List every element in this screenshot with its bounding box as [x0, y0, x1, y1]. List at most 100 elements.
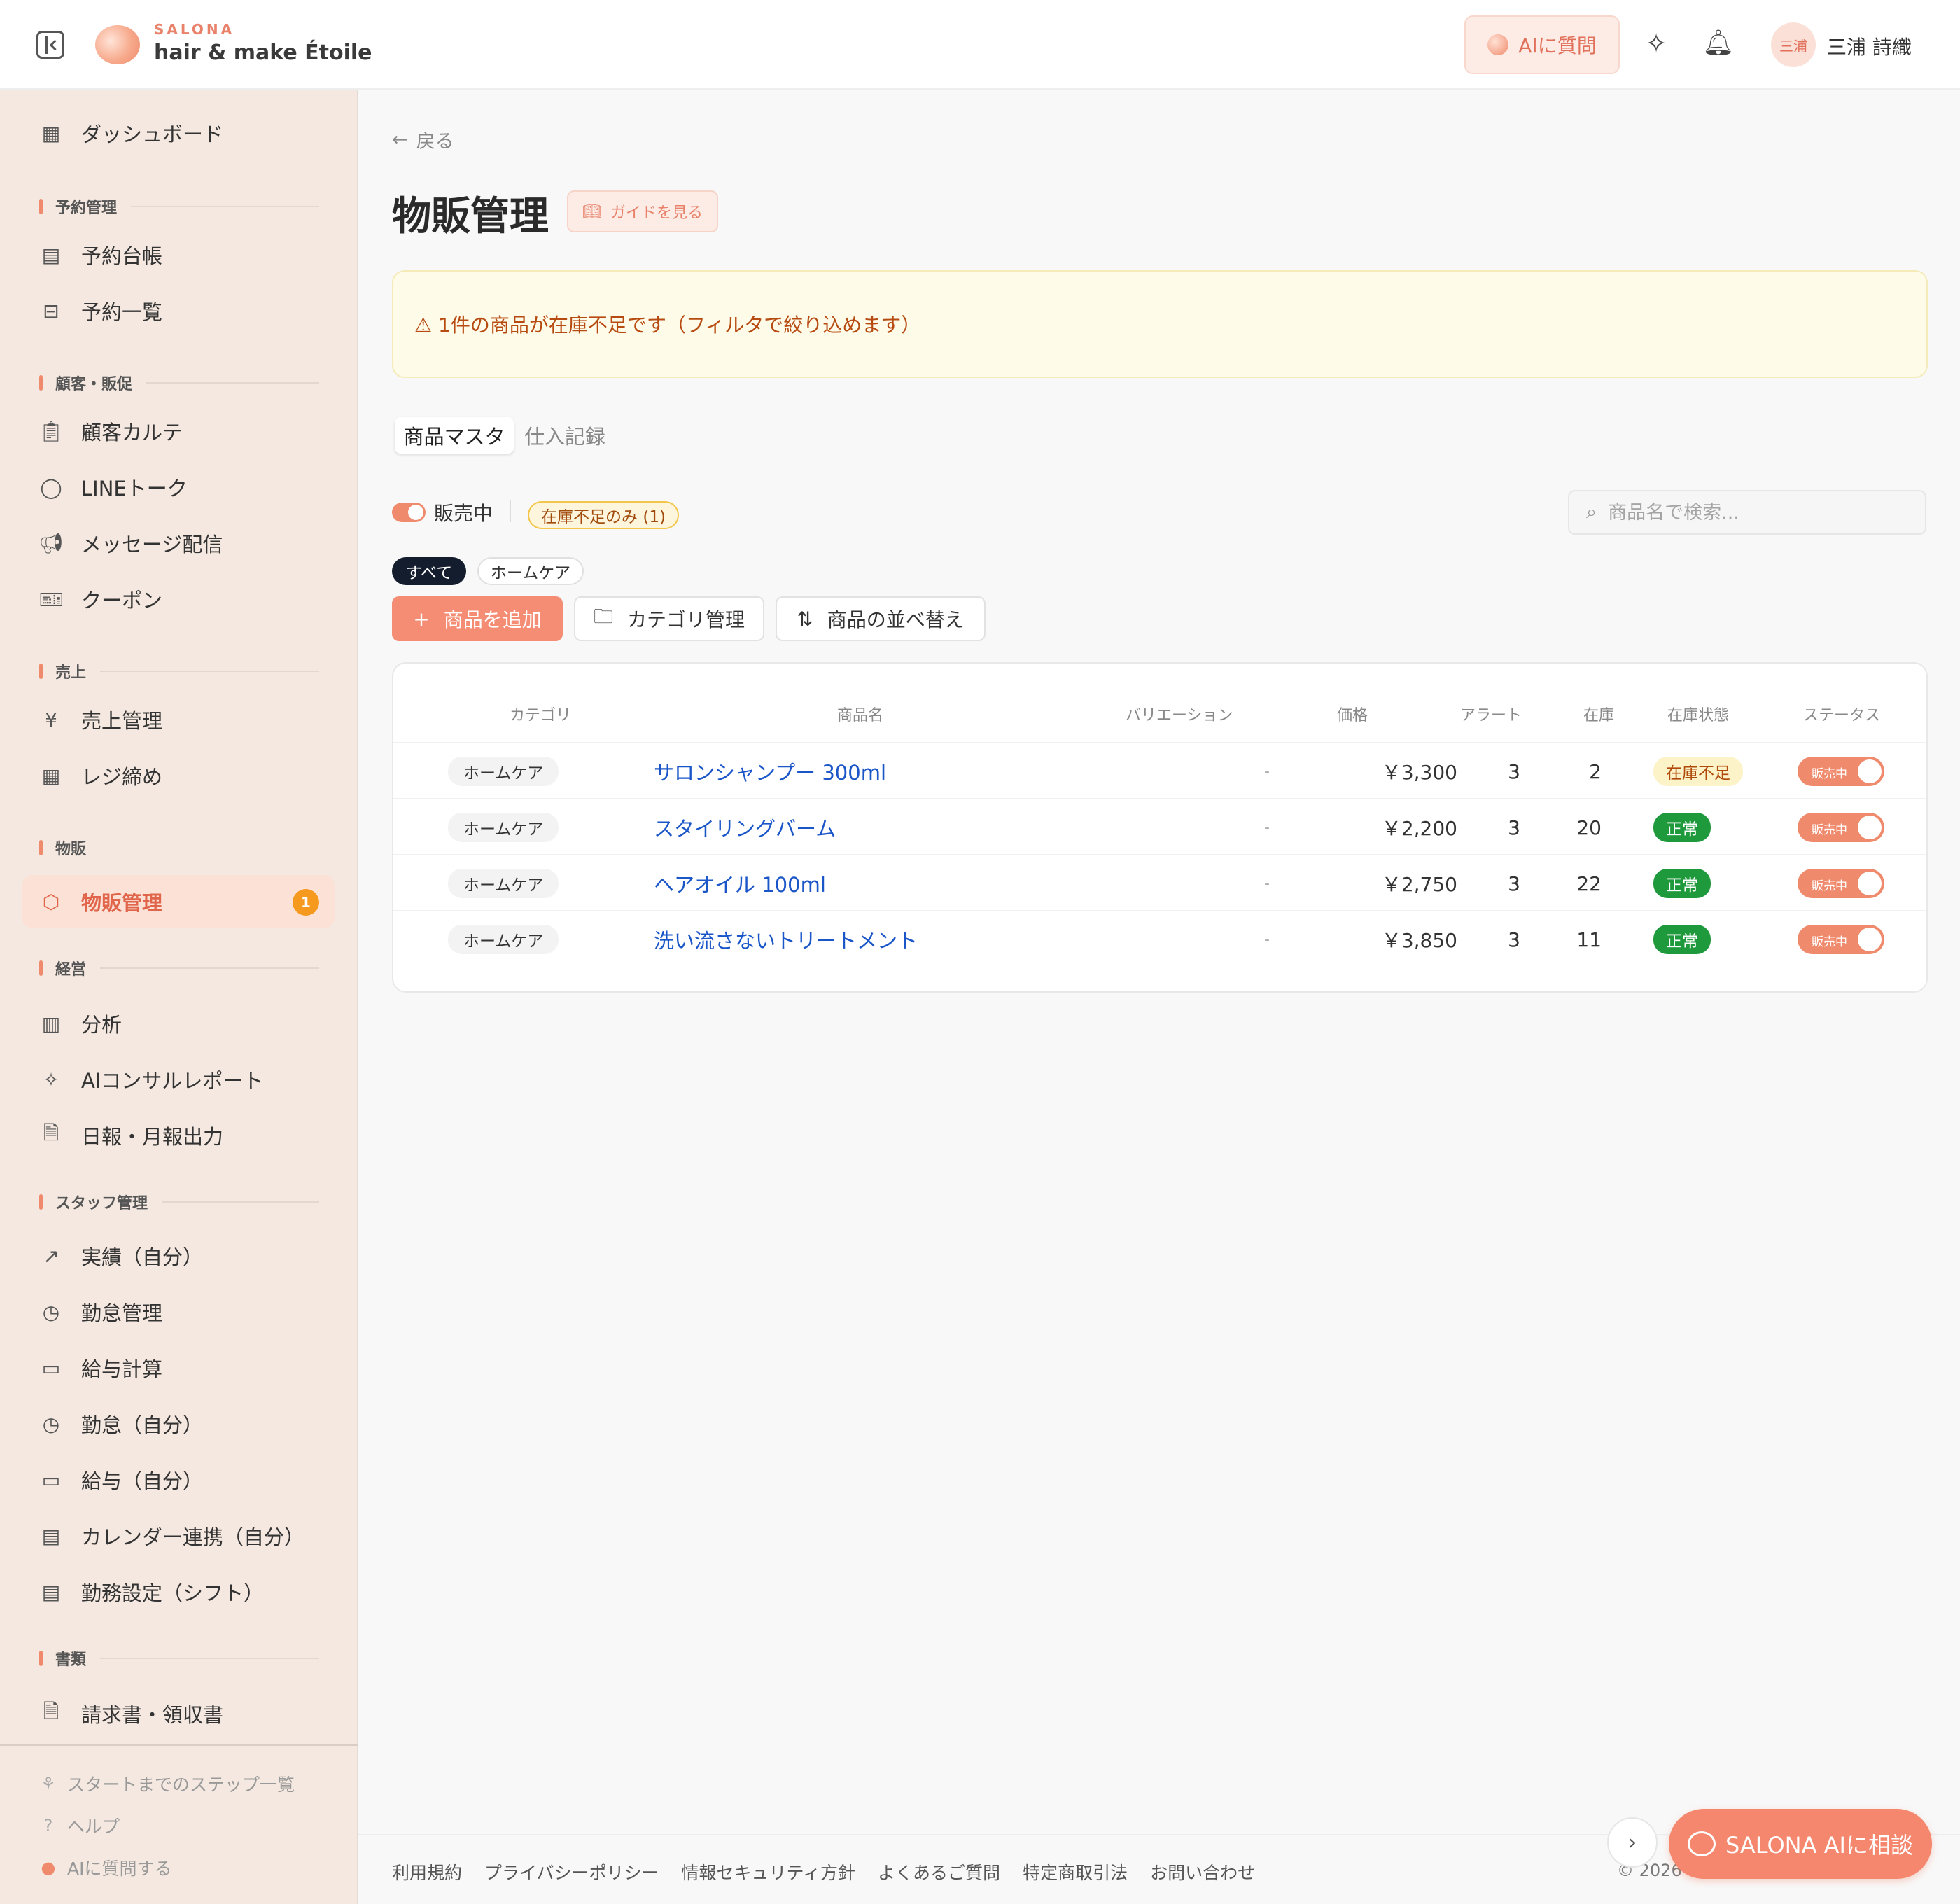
footer-link-commerce[interactable]: 特定商取引法 [1023, 1859, 1128, 1884]
sidebar-link-steps[interactable]: ⚘ スタートまでのステップ一覧 [39, 1771, 295, 1796]
footer-link-contact[interactable]: お問い合わせ [1150, 1859, 1255, 1884]
salona-logo-icon[interactable] [95, 25, 140, 64]
folder-settings-icon: 🗀 [593, 605, 613, 628]
guide-label: ガイドを見る [610, 204, 703, 222]
product-search: ⌕ [1568, 490, 1926, 535]
section-label-text: 売上 [55, 664, 87, 682]
sidebar-collapse-icon[interactable] [36, 31, 64, 59]
category-management-label: カテゴリ管理 [627, 608, 746, 631]
sidebar-item-invoice[interactable]: 🗎 請求書・領収書 [22, 1687, 335, 1740]
footer-link-faq[interactable]: よくあるご質問 [878, 1859, 1000, 1884]
status-label: 販売中 [1812, 823, 1847, 837]
tab-product-master[interactable]: 商品マスタ [395, 417, 514, 454]
ai-ask-label: AIに質問 [1518, 34, 1597, 57]
tab-purchase-records[interactable]: 仕入記録 [519, 417, 610, 454]
variation-value: - [1264, 930, 1270, 948]
calculator-icon: ▦ [41, 764, 61, 788]
sidebar-item-performance[interactable]: ↗ 実績（自分） [22, 1229, 335, 1282]
sidebar-item-message[interactable]: 📢︎ メッセージ配信 [22, 517, 335, 570]
sidebar-divider [0, 1744, 358, 1746]
avatar[interactable]: 三浦 [1771, 22, 1816, 67]
guide-button[interactable]: 📖︎ ガイドを見る [567, 190, 718, 232]
back-link[interactable]: ← 戻る [392, 126, 454, 153]
ai-ask-button[interactable]: AIに質問 [1464, 15, 1620, 74]
sidebar-item-attendance-management[interactable]: ◷ 勤怠管理 [22, 1285, 335, 1338]
search-input[interactable] [1608, 501, 1903, 524]
category-chip-all[interactable]: すべて [392, 557, 466, 585]
sidebar-item-payroll[interactable]: ▭ 給与計算 [22, 1341, 335, 1394]
product-name-link[interactable]: ヘアオイル 100ml [654, 869, 826, 898]
category-management-button[interactable]: 🗀 カテゴリ管理 [574, 596, 764, 641]
sidebar-item-reservation-list[interactable]: ⊟ 予約一覧 [22, 284, 335, 337]
alert-value: 3 [1508, 872, 1520, 895]
section-reservation: 予約管理 [39, 196, 319, 217]
sidebar-item-label: 勤怠管理 [81, 1301, 163, 1325]
package-icon: ⬡ [42, 890, 60, 913]
sidebar-item-daily-report[interactable]: 🗎 日報・月報出力 [22, 1109, 335, 1162]
price-value: ￥3,300 [1381, 761, 1457, 784]
toggle-knob [1858, 927, 1882, 951]
sidebar-item-sales-management[interactable]: ¥ 売上管理 [22, 693, 335, 746]
stock-state-badge: 正常 [1653, 925, 1711, 954]
status-toggle[interactable]: 販売中 [1798, 869, 1884, 898]
footer-link-security[interactable]: 情報セキュリティ方針 [682, 1859, 856, 1884]
section-docs: 書類 [39, 1648, 319, 1669]
status-label: 販売中 [1812, 879, 1847, 893]
category-pill: ホームケア [448, 869, 559, 898]
sidebar-item-label: LINEトーク [81, 477, 188, 500]
bell-icon[interactable]: 🔔︎ [1702, 28, 1735, 59]
status-toggle[interactable]: 販売中 [1798, 813, 1884, 842]
product-name-link[interactable]: 洗い流さないトリートメント [654, 925, 918, 954]
sidebar-link-ask-ai[interactable]: ● AIに質問する [39, 1855, 172, 1880]
table-row[interactable]: ホームケア スタイリングバーム - ￥2,200 3 20 正常 販売中 [393, 798, 1926, 854]
low-stock-filter-chip[interactable]: 在庫不足のみ (1) [528, 501, 679, 529]
sparkle-icon[interactable]: ✧ [1641, 28, 1672, 59]
sidebar-item-salary-self[interactable]: ▭ 給与（自分） [22, 1453, 335, 1506]
on-sale-toggle[interactable] [392, 503, 426, 522]
footer-link-terms[interactable]: 利用規約 [392, 1859, 462, 1884]
sidebar-item-label: 給与（自分） [81, 1469, 204, 1493]
product-name-link[interactable]: サロンシャンプー 300ml [654, 757, 886, 786]
category-chip-homecare[interactable]: ホームケア [477, 557, 584, 585]
clipboard-icon: 📋︎ [38, 419, 64, 443]
footer-link-privacy[interactable]: プライバシーポリシー [484, 1859, 659, 1884]
sidebar-item-line-talk[interactable]: ◯ LINEトーク [22, 461, 335, 514]
sprout-icon: ⚘ [41, 1774, 56, 1793]
sidebar-item-register-close[interactable]: ▦ レジ締め [22, 749, 335, 802]
ai-orb-icon [1488, 34, 1509, 55]
sidebar-item-calendar[interactable]: ▤ カレンダー連携（自分） [22, 1509, 335, 1562]
table-row[interactable]: ホームケア ヘアオイル 100ml - ￥2,750 3 22 正常 販売中 [393, 854, 1926, 910]
chevron-right-icon[interactable]: › [1607, 1817, 1658, 1868]
clock-icon: ◷ [42, 1300, 60, 1324]
sidebar-item-shift[interactable]: ▤ 勤務設定（シフト） [22, 1565, 335, 1618]
sidebar-item-customer-chart[interactable]: 📋︎ 顧客カルテ [22, 405, 335, 458]
sidebar-item-merch-management[interactable]: ⬡ 物販管理 1 [22, 875, 335, 928]
user-name[interactable]: 三浦 詩織 [1827, 32, 1912, 60]
sidebar-item-ai-report[interactable]: ✧ AIコンサルレポート [22, 1053, 335, 1106]
add-product-button[interactable]: + 商品を追加 [392, 596, 563, 641]
status-toggle[interactable]: 販売中 [1798, 925, 1884, 954]
stock-state-badge: 在庫不足 [1653, 757, 1743, 786]
sidebar-item-dashboard[interactable]: ▦ ダッシュボード [22, 106, 335, 160]
brand-small-label: SALONA [154, 21, 235, 38]
status-toggle[interactable]: 販売中 [1798, 757, 1884, 786]
salon-name[interactable]: hair & make Étoile [154, 41, 372, 65]
section-label-text: 顧客・販促 [55, 376, 133, 393]
on-sale-label: 販売中 [434, 502, 493, 525]
calendar-icon: ▤ [41, 243, 61, 267]
sidebar-item-attendance-self[interactable]: ◷ 勤怠（自分） [22, 1397, 335, 1450]
price-value: ￥2,750 [1381, 873, 1457, 896]
sidebar-item-label: 給与計算 [81, 1357, 163, 1381]
sidebar-link-help[interactable]: ? ヘルプ [39, 1813, 120, 1838]
sidebar-item-coupon[interactable]: 🎫︎ クーポン [22, 573, 335, 626]
table-row[interactable]: ホームケア サロンシャンプー 300ml - ￥3,300 3 2 在庫不足 販… [393, 742, 1926, 798]
col-header-category: カテゴリ [510, 707, 572, 724]
sort-products-button[interactable]: ⇅ 商品の並べ替え [776, 596, 986, 641]
table-row[interactable]: ホームケア 洗い流さないトリートメント - ￥3,850 3 11 正常 販売中 [393, 910, 1926, 966]
clock-icon: ◷ [42, 1412, 60, 1436]
ai-consult-label: SALONA AIに相談 [1725, 1832, 1913, 1858]
product-name-link[interactable]: スタイリングバーム [654, 813, 836, 842]
salona-ai-consult-button[interactable]: SALONA AIに相談 [1669, 1809, 1932, 1879]
sidebar-item-analysis[interactable]: ▥ 分析 [22, 997, 335, 1050]
sidebar-item-reservation-ledger[interactable]: ▤ 予約台帳 [22, 228, 335, 281]
